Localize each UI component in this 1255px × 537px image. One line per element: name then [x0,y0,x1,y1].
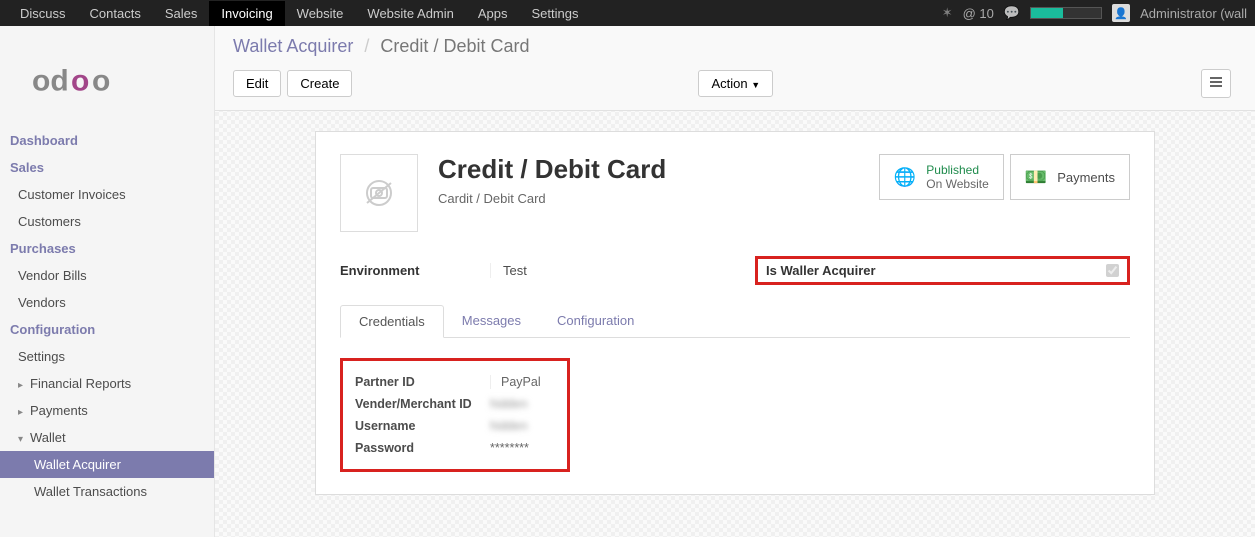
nav-contacts[interactable]: Contacts [78,1,153,26]
environment-label: Environment [340,263,490,278]
svg-text:o: o [71,65,89,98]
caret-down-icon: ▾ [18,434,26,445]
partner-id-label: Partner ID [355,375,490,389]
caret-down-icon: ▼ [751,80,760,90]
user-name[interactable]: Administrator (wall [1140,6,1247,21]
sidebar-payments[interactable]: ▸Payments [0,397,214,424]
breadcrumb-parent[interactable]: Wallet Acquirer [233,36,353,56]
is-wallet-checkbox[interactable] [1106,264,1119,277]
list-icon [1210,75,1222,89]
tab-credentials[interactable]: Credentials [340,305,444,338]
sidebar-customers[interactable]: Customers [0,208,214,235]
published-stat-button[interactable]: 🌐 PublishedOn Website [879,154,1004,200]
create-button[interactable]: Create [287,70,352,97]
password-value: ******** [490,441,529,455]
sidebar-financial-reports[interactable]: ▸Financial Reports [0,370,214,397]
tab-configuration[interactable]: Configuration [539,305,652,337]
sidebar-vendors[interactable]: Vendors [0,289,214,316]
password-label: Password [355,441,490,455]
breadcrumb: Wallet Acquirer / Credit / Debit Card [233,36,1237,57]
nav-website-admin[interactable]: Website Admin [355,1,465,26]
svg-text:od: od [32,65,69,98]
nav-website[interactable]: Website [285,1,356,26]
sidebar-customer-invoices[interactable]: Customer Invoices [0,181,214,208]
nav-settings[interactable]: Settings [520,1,591,26]
logo: odoo [0,44,214,127]
nav-invoicing[interactable]: Invoicing [209,1,284,26]
sidebar: odoo Dashboard Sales Customer Invoices C… [0,26,215,537]
section-dashboard[interactable]: Dashboard [0,127,214,154]
vendor-id-value: hidden [490,397,528,411]
sidebar-vendor-bills[interactable]: Vendor Bills [0,262,214,289]
record-image[interactable] [340,154,418,232]
section-configuration[interactable]: Configuration [0,316,214,343]
nav-apps[interactable]: Apps [466,1,520,26]
breadcrumb-current: Credit / Debit Card [380,36,529,56]
caret-icon: ▸ [18,380,26,391]
at-count[interactable]: @ 10 [963,6,994,21]
tabs: Credentials Messages Configuration [340,305,1130,338]
partner-id-value: PayPal [490,375,541,389]
topbar: Discuss Contacts Sales Invoicing Website… [0,0,1255,26]
money-icon: 💵 [1025,167,1047,188]
form-sheet: Credit / Debit Card Cardit / Debit Card … [315,131,1155,495]
sidebar-settings[interactable]: Settings [0,343,214,370]
edit-button[interactable]: Edit [233,70,281,97]
nav-sales[interactable]: Sales [153,1,210,26]
tab-messages[interactable]: Messages [444,305,539,337]
environment-value: Test [490,263,715,278]
caret-icon: ▸ [18,407,26,418]
nav-discuss[interactable]: Discuss [8,1,78,26]
is-wallet-label: Is Waller Acquirer [766,263,876,278]
record-title: Credit / Debit Card [438,154,666,185]
credentials-box: Partner ID PayPal Vender/Merchant ID hid… [340,358,570,472]
vendor-id-label: Vender/Merchant ID [355,397,490,411]
avatar[interactable]: 👤 [1112,4,1130,22]
list-view-button[interactable] [1201,69,1231,98]
progress-bar [1030,7,1102,19]
globe-icon: 🌐 [894,167,916,188]
top-nav: Discuss Contacts Sales Invoicing Website… [8,1,591,26]
chat-icon[interactable]: 💬 [1004,5,1020,21]
bug-icon[interactable]: ✶ [942,5,953,21]
section-purchases[interactable]: Purchases [0,235,214,262]
username-label: Username [355,419,490,433]
svg-text:o: o [92,65,110,98]
username-value: hidden [490,419,528,433]
payments-stat-button[interactable]: 💵 Payments [1010,154,1130,200]
record-subtitle: Cardit / Debit Card [438,191,666,206]
sidebar-wallet-acquirer[interactable]: Wallet Acquirer [0,451,214,478]
sidebar-wallet-transactions[interactable]: Wallet Transactions [0,478,214,505]
action-dropdown[interactable]: Action ▼ [698,70,773,97]
section-sales[interactable]: Sales [0,154,214,181]
sidebar-wallet[interactable]: ▾Wallet [0,424,214,451]
